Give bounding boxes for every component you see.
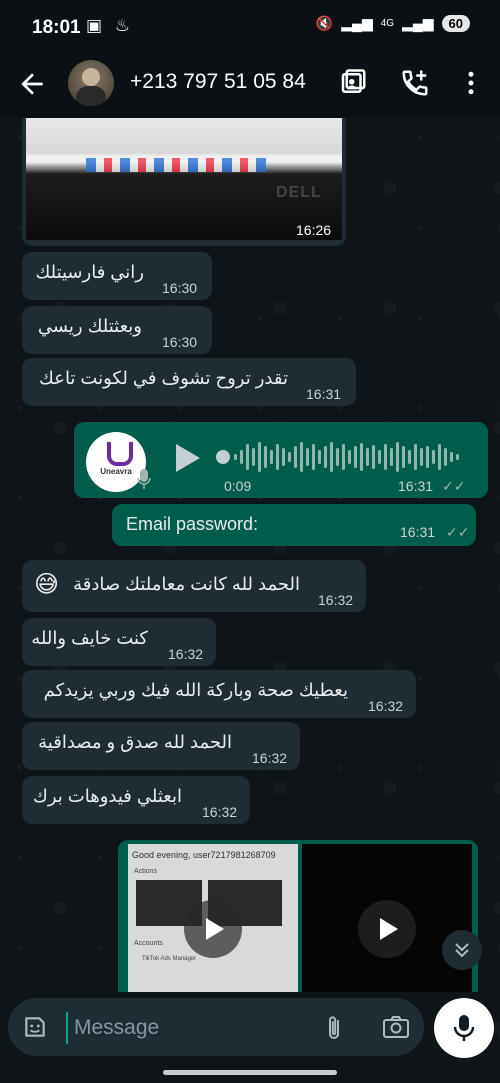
message-text: كنت خايف والله <box>31 628 148 648</box>
voice-message[interactable]: Uneavra 0:09 16:31 ✓✓ <box>74 422 488 498</box>
message-composer <box>8 998 424 1056</box>
message-text: Email password: <box>126 514 259 534</box>
video-album-message[interactable]: Good evening, user7217981268709 Actions … <box>118 840 478 992</box>
read-ticks-icon: ✓✓ <box>446 524 470 540</box>
message-time: 16:31 <box>306 386 342 402</box>
image-message[interactable]: DELL 16:26 <box>22 118 346 246</box>
play-icon[interactable] <box>174 442 202 474</box>
signal-icon: ▂▄▆ <box>341 15 373 31</box>
incoming-message[interactable]: الحمد لله صدق و مصداقية 16:32 <box>22 722 300 770</box>
message-text: ابعثلي فيدوهات برك <box>33 786 182 806</box>
video-thumbnail[interactable] <box>302 844 472 992</box>
avatar[interactable] <box>68 60 114 106</box>
attach-icon[interactable] <box>322 1014 346 1042</box>
video-account: TikTok Ads Manager <box>142 956 197 962</box>
message-text: راني فارسيتلك <box>35 262 144 282</box>
message-time: 16:32 <box>318 592 354 608</box>
double-chevron-down-icon <box>455 943 469 958</box>
battery-badge: 60 <box>441 15 470 32</box>
status-bar: 18:01 ▣ ♨ 🔇 ▂▄▆ 4G ▂▄▆ 60 <box>0 0 500 54</box>
playback-knob[interactable] <box>216 450 230 464</box>
message-time: 16:32 <box>368 698 404 714</box>
play-button[interactable] <box>184 900 242 958</box>
message-text: الحمد لله كانت معاملتك صادقة <box>73 574 300 594</box>
message-time: 16:30 <box>162 334 198 350</box>
message-time: 16:30 <box>162 280 198 296</box>
play-button[interactable] <box>358 900 416 958</box>
message-time: 16:26 <box>296 222 332 238</box>
scroll-down-button[interactable] <box>442 930 482 970</box>
camera-icon[interactable] <box>382 1014 410 1040</box>
mute-icon: 🔇 <box>315 15 334 31</box>
play-icon <box>380 918 398 940</box>
signal-icon-2: ▂▄▆ <box>402 15 434 31</box>
message-time: 16:32 <box>202 804 238 820</box>
back-arrow-icon[interactable] <box>16 68 48 100</box>
message-time: 16:31 <box>398 478 434 494</box>
incoming-message[interactable]: وبعثتلك ريسي 16:30 <box>22 306 212 354</box>
mic-badge-icon <box>137 469 151 489</box>
video-thumbnail[interactable]: Good evening, user7217981268709 Actions … <box>128 844 298 992</box>
mic-icon <box>453 1015 475 1041</box>
notification-icons: ▣ ♨ <box>86 16 135 35</box>
network-label: 4G <box>380 18 395 29</box>
message-text: تقدر تروح تشوف في لكونت تاعك <box>39 368 288 388</box>
incoming-message[interactable]: يعطيك صحة وباركة الله فيك وربي يزيدكم 16… <box>22 670 416 718</box>
video-greeting: Good evening, user7217981268709 <box>132 850 276 860</box>
contact-card-icon[interactable] <box>338 68 368 98</box>
contact-name[interactable]: +213 797 51 05 84 <box>130 70 306 94</box>
incoming-message[interactable]: 😅 الحمد لله كانت معاملتك صادقة 16:32 <box>22 560 366 612</box>
message-time: 16:31 <box>400 524 436 540</box>
video-section-label: Actions <box>134 868 157 875</box>
message-text: يعطيك صحة وباركة الله فيك وربي يزيدكم <box>43 680 348 700</box>
voice-duration: 0:09 <box>224 478 252 494</box>
status-time: 18:01 <box>32 17 81 38</box>
incoming-message[interactable]: تقدر تروح تشوف في لكونت تاعك 16:31 <box>22 358 356 406</box>
message-time: 16:32 <box>168 646 204 662</box>
read-ticks-icon: ✓✓ <box>442 478 466 494</box>
voice-record-button[interactable] <box>434 998 494 1058</box>
waveform[interactable] <box>234 440 464 474</box>
incoming-message[interactable]: ابعثلي فيدوهات برك 16:32 <box>22 776 250 824</box>
message-text: الحمد لله صدق و مصداقية <box>38 732 232 752</box>
play-icon <box>206 918 224 940</box>
more-options-icon[interactable] <box>456 68 486 98</box>
message-text: وبعثتلك ريسي <box>37 316 142 336</box>
incoming-message[interactable]: كنت خايف والله 16:32 <box>22 618 216 666</box>
add-call-icon[interactable] <box>400 68 430 98</box>
chat-header: +213 797 51 05 84 <box>0 54 500 118</box>
message-time: 16:32 <box>252 750 288 766</box>
status-icons: 🔇 ▂▄▆ 4G ▂▄▆ 60 <box>316 15 470 32</box>
message-input[interactable] <box>66 1012 316 1044</box>
video-section-label: Accounts <box>134 940 163 947</box>
emoji-sweat-smile: 😅 <box>34 571 60 598</box>
outgoing-message[interactable]: Email password: 16:31 ✓✓ <box>112 504 476 546</box>
photo-thumbnail: DELL <box>26 118 342 240</box>
incoming-message[interactable]: راني فارسيتلك 16:30 <box>22 252 212 300</box>
sticker-icon[interactable] <box>22 1014 48 1040</box>
home-indicator <box>163 1070 337 1075</box>
